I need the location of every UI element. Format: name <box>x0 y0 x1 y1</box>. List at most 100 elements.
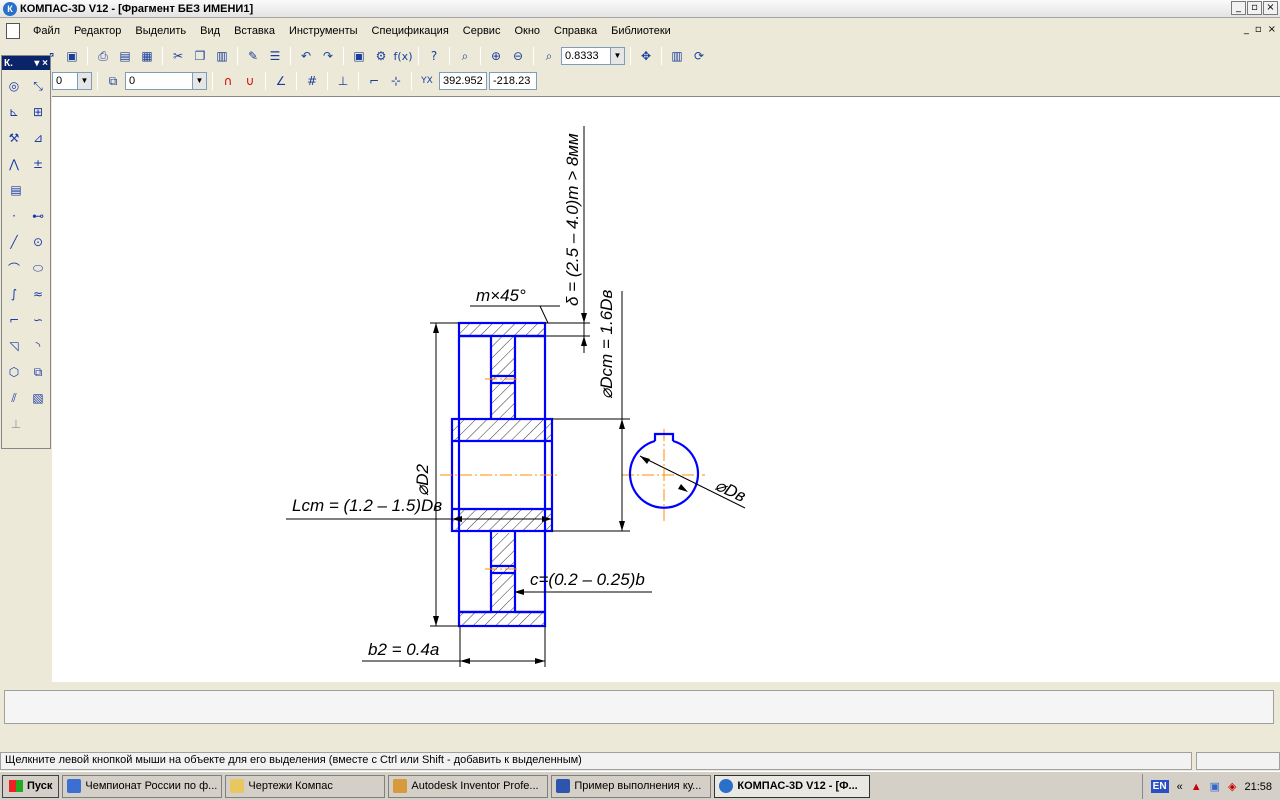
segment-icon[interactable]: ╱ <box>4 232 24 252</box>
menu-insert[interactable]: Вставка <box>227 25 282 37</box>
chevron-down-icon[interactable]: ▼ <box>78 72 92 90</box>
layers-icon[interactable]: ⧉ <box>103 71 123 91</box>
menu-editor[interactable]: Редактор <box>67 25 128 37</box>
menu-view[interactable]: Вид <box>193 25 227 37</box>
refresh-icon[interactable]: ⟳ <box>689 46 709 66</box>
stop-icon[interactable]: ⊥ <box>6 414 26 434</box>
redo-icon[interactable]: ↷ <box>318 46 338 66</box>
polyline-icon[interactable]: ⌐ <box>4 310 24 330</box>
menu-help[interactable]: Справка <box>547 25 604 37</box>
brush-icon[interactable]: ✎ <box>243 46 263 66</box>
compact-panel-header[interactable]: К. ▾ × <box>2 56 50 70</box>
save-icon[interactable]: ▣ <box>62 46 82 66</box>
local-snap-icon[interactable]: ∪ <box>240 71 260 91</box>
coord-y-field[interactable]: -218.23 <box>489 72 537 90</box>
manager-icon[interactable]: ▣ <box>349 46 369 66</box>
cut-icon[interactable]: ✂ <box>168 46 188 66</box>
circle-icon[interactable]: ⊙ <box>28 232 48 252</box>
pan-icon[interactable]: ✥ <box>636 46 656 66</box>
dimension-icon[interactable]: ⤡ <box>28 76 48 96</box>
properties-panel[interactable] <box>4 690 1274 724</box>
spec-icon[interactable]: ± <box>28 154 48 174</box>
document-icon[interactable] <box>6 23 20 39</box>
minimize-button[interactable]: _ <box>1231 1 1246 15</box>
fillet-icon[interactable]: ◝ <box>28 336 48 356</box>
menu-window[interactable]: Окно <box>507 25 547 37</box>
preview-icon[interactable]: ▤ <box>115 46 135 66</box>
help-icon[interactable]: ? <box>424 46 444 66</box>
fx-button[interactable]: f(x) <box>393 46 413 66</box>
layer-value[interactable]: 0 <box>125 72 193 90</box>
arc-icon[interactable]: ⌒ <box>4 258 24 278</box>
acrobat-tray-icon[interactable]: ▲ <box>1191 781 1202 793</box>
task-item-kompas[interactable]: КОМПАС-3D V12 - [Ф... <box>714 774 871 798</box>
editing-icon[interactable]: ⊞ <box>28 102 48 122</box>
task-item-word[interactable]: Пример выполнения ку... <box>551 774 712 798</box>
variables-icon[interactable]: ▦ <box>137 46 157 66</box>
geometry-icon[interactable]: ◎ <box>4 76 24 96</box>
clock: 21:58 <box>1244 780 1272 793</box>
symbol-icon[interactable]: ⊾ <box>4 102 24 122</box>
close-button[interactable]: × <box>1263 1 1278 15</box>
fill-icon[interactable]: ▧ <box>28 388 48 408</box>
zoom-value[interactable]: 0.8333 <box>561 47 611 65</box>
start-button[interactable]: Пуск <box>2 774 60 798</box>
bezier-icon[interactable]: ≈ <box>28 284 48 304</box>
copy-icon[interactable]: ❐ <box>190 46 210 66</box>
zoom-out-icon[interactable]: ⊖ <box>508 46 528 66</box>
menu-specification[interactable]: Спецификация <box>365 25 456 37</box>
zoom-combo[interactable]: 0.8333 ▼ <box>561 47 625 65</box>
param-icon[interactable]: ⚒ <box>4 128 24 148</box>
zoom-in-icon[interactable]: ⊕ <box>486 46 506 66</box>
select-icon[interactable]: ⋀ <box>4 154 24 174</box>
snap-icon[interactable]: ∩ <box>218 71 238 91</box>
properties-icon[interactable]: ☰ <box>265 46 285 66</box>
menu-service[interactable]: Сервис <box>456 25 508 37</box>
antivirus-tray-icon[interactable]: ◈ <box>1228 780 1236 793</box>
auxline-icon[interactable]: ⊷ <box>28 206 48 226</box>
menu-file[interactable]: Файл <box>26 25 67 37</box>
mdi-minimize-button[interactable]: _ <box>1244 24 1249 35</box>
task-item-folder[interactable]: Чертежи Компас <box>225 774 386 798</box>
view-combo[interactable]: 0 ▼ <box>52 72 92 90</box>
chevron-down-icon[interactable]: ▼ <box>611 47 625 65</box>
menu-tools[interactable]: Инструменты <box>282 25 365 37</box>
undo-icon[interactable]: ↶ <box>296 46 316 66</box>
mdi-restore-button[interactable]: ▫ <box>1255 24 1262 35</box>
network-tray-icon[interactable]: ▣ <box>1210 780 1220 793</box>
chamfer-icon[interactable]: ◹ <box>4 336 24 356</box>
reports-icon[interactable]: ▤ <box>6 180 26 200</box>
ortho-icon[interactable]: ∠ <box>271 71 291 91</box>
tray-expand-icon[interactable]: « <box>1177 781 1183 793</box>
library-icon[interactable]: ⚙ <box>371 46 391 66</box>
grid-settings-icon[interactable]: ▥ <box>667 46 687 66</box>
chevron-down-icon[interactable]: ▼ <box>193 72 207 90</box>
measure-icon[interactable]: ⊿ <box>28 128 48 148</box>
menu-select[interactable]: Выделить <box>128 25 193 37</box>
paste-icon[interactable]: ▥ <box>212 46 232 66</box>
polygon-icon[interactable]: ⬡ <box>4 362 24 382</box>
rounding-icon[interactable]: ⊹ <box>386 71 406 91</box>
language-indicator[interactable]: EN <box>1150 780 1169 793</box>
nurbs-icon[interactable]: ∽ <box>28 310 48 330</box>
drawing-canvas[interactable]: m×45° δ = (2.5 – 4.0)m > 8мм ⌀Dст = 1.6D… <box>52 96 1280 682</box>
task-item-browser[interactable]: Чемпионат России по ф... <box>62 774 223 798</box>
spline-icon[interactable]: ∫ <box>4 284 24 304</box>
grid-icon[interactable]: # <box>302 71 322 91</box>
layer-combo[interactable]: 0 ▼ <box>125 72 207 90</box>
coord-x-field[interactable]: 392.952 <box>439 72 487 90</box>
close-icon[interactable]: ▾ × <box>34 58 50 69</box>
zoom-icon[interactable]: ⌕ <box>539 46 559 66</box>
zoom-window-icon[interactable]: ⌕ <box>455 46 475 66</box>
task-item-inventor[interactable]: Autodesk Inventor Profe... <box>388 774 549 798</box>
mdi-close-button[interactable]: × <box>1268 24 1276 35</box>
contour-icon[interactable]: ⧉ <box>28 362 48 382</box>
menu-libraries[interactable]: Библиотеки <box>604 25 678 37</box>
print-icon[interactable]: ⎙ <box>93 46 113 66</box>
orthogonal-icon[interactable]: ⌐ <box>364 71 384 91</box>
point-icon[interactable]: · <box>4 206 24 226</box>
maximize-button[interactable]: ▫ <box>1247 1 1262 15</box>
local-cs-icon[interactable]: ⊥ <box>333 71 353 91</box>
ellipse-icon[interactable]: ⬭ <box>28 258 48 278</box>
hatch-icon[interactable]: ⫽ <box>4 388 24 408</box>
